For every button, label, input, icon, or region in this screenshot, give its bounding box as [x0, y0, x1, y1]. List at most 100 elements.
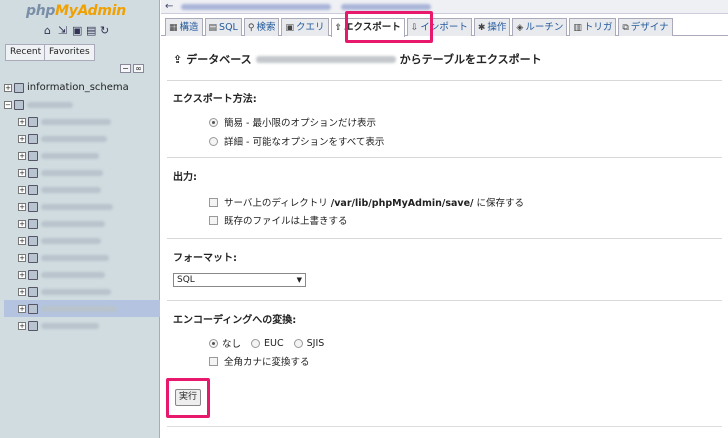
tree-item-table[interactable]: + — [4, 232, 160, 249]
encoding-sjis-label: SJIS — [306, 337, 325, 349]
expand-icon[interactable]: + — [18, 287, 26, 296]
title-prefix: データベース — [186, 53, 252, 66]
encoding-euc-label: EUC — [264, 337, 284, 349]
format-selected-value: SQL — [177, 275, 195, 285]
expand-icon[interactable]: + — [18, 321, 26, 330]
zenkaku-checkbox[interactable] — [209, 356, 218, 366]
back-arrow-icon[interactable]: ← — [165, 1, 173, 12]
expand-icon[interactable]: + — [18, 236, 26, 245]
collapse-icon[interactable]: − — [4, 100, 12, 109]
expand-icon[interactable]: + — [18, 202, 26, 211]
overwrite-checkbox[interactable] — [209, 215, 218, 225]
tree-item-table[interactable]: + — [4, 113, 160, 130]
tree-item-table[interactable]: + — [4, 266, 160, 283]
save-on-server-option[interactable]: サーバ上のディレクトリ /var/lib/phpMyAdmin/save/ に保… — [209, 195, 524, 209]
tree-item-table[interactable]: + — [4, 317, 160, 334]
tree-item-table[interactable]: + — [4, 130, 160, 147]
save-on-server-checkbox[interactable] — [209, 197, 218, 207]
tab-designer[interactable]: ⧉ デザイナ — [618, 18, 673, 36]
radio-quick[interactable] — [209, 117, 218, 127]
tree-item-table[interactable]: + — [4, 181, 160, 198]
format-heading: フォーマット: — [173, 253, 237, 264]
recent-tab[interactable]: Recent — [5, 44, 47, 61]
divider — [167, 157, 722, 158]
overwrite-option[interactable]: 既存のファイルは上書きする — [209, 213, 348, 227]
tab-triggers[interactable]: ▥ トリガ — [569, 18, 617, 36]
expand-icon[interactable]: + — [18, 253, 26, 262]
tab-label: クエリ — [295, 21, 325, 33]
overwrite-label: 既存のファイルは上書きする — [224, 216, 348, 227]
redacted-text — [41, 322, 99, 329]
tree-item-label: information_schema — [27, 82, 129, 93]
tree-item-database[interactable]: − — [4, 96, 160, 113]
tab-query[interactable]: ▣ クエリ — [281, 18, 329, 36]
radio-encoding-none[interactable] — [209, 338, 218, 348]
collapse-all-icon[interactable]: − — [120, 64, 131, 73]
tree-item-table-selected[interactable]: + — [4, 300, 160, 317]
tree-item-table[interactable]: + — [4, 198, 160, 215]
expand-icon[interactable]: + — [18, 134, 26, 143]
table-icon — [28, 116, 38, 127]
expand-icon[interactable]: + — [18, 151, 26, 160]
database-icon — [14, 82, 24, 93]
exit-icon[interactable]: ⇲ — [58, 25, 69, 36]
radio-custom[interactable] — [209, 136, 218, 146]
zenkaku-option[interactable]: 全角カナに変換する — [209, 354, 310, 368]
home-icon[interactable]: ⌂ — [44, 25, 55, 36]
tab-operations[interactable]: ✱ 操作 — [473, 18, 511, 36]
tab-routines[interactable]: ◈ ルーチン — [512, 18, 568, 36]
tab-structure[interactable]: ▦ 構造 — [165, 18, 203, 36]
table-icon — [28, 218, 38, 229]
search-icon: ⚲ — [247, 22, 255, 33]
redacted-text — [41, 220, 105, 227]
export-quick-option[interactable]: 簡易 - 最小限のオプションだけ表示 — [209, 115, 376, 129]
favorites-tab[interactable]: Favorites — [44, 44, 95, 61]
reload-icon[interactable]: ↻ — [100, 25, 111, 36]
table-icon — [28, 252, 38, 263]
tree-item-table[interactable]: + — [4, 249, 160, 266]
table-icon — [28, 150, 38, 161]
tree-item-table[interactable]: + — [4, 164, 160, 181]
logo-myadmin-text: MyAdmin — [55, 3, 126, 19]
expand-icon[interactable]: + — [18, 117, 26, 126]
tree-item-table[interactable]: + — [4, 215, 160, 232]
expand-icon[interactable]: + — [4, 83, 12, 92]
expand-icon[interactable]: + — [18, 304, 26, 313]
radio-encoding-sjis[interactable] — [293, 338, 303, 348]
radio-encoding-euc[interactable] — [251, 338, 261, 348]
redacted-text — [41, 288, 111, 295]
tree-item-table[interactable]: + — [4, 147, 160, 164]
expand-icon[interactable]: + — [18, 185, 26, 194]
tree-item-table[interactable]: + — [4, 283, 160, 300]
designer-icon: ⧉ — [622, 22, 629, 33]
redacted-breadcrumb[interactable] — [181, 4, 331, 10]
format-select[interactable]: SQL ▼ — [173, 273, 306, 287]
table-icon — [28, 133, 38, 144]
export-icon: ⇪ — [334, 23, 343, 33]
chevron-down-icon: ▼ — [296, 276, 302, 284]
expand-icon[interactable]: + — [18, 168, 26, 177]
tab-bar: ▦ 構造 ▤ SQL ⚲ 検索 ▣ クエリ ⇪ エクスポート ⇩ インポート ✱ 操作 ◈ ルー… — [161, 16, 728, 37]
redacted-text — [41, 203, 113, 210]
divider — [167, 238, 722, 239]
redacted-breadcrumb[interactable] — [341, 4, 431, 10]
table-icon — [28, 269, 38, 280]
docs-icon[interactable]: ▣ — [72, 25, 83, 36]
phpmyadmin-logo[interactable]: phpMyAdmin — [26, 3, 126, 19]
tab-sql[interactable]: ▤ SQL — [204, 18, 242, 36]
tab-label: 検索 — [256, 21, 276, 33]
main-panel: ← ▦ 構造 ▤ SQL ⚲ 検索 ▣ クエリ ⇪ エクスポート ⇩ インポート ✱ 操作 ◈… — [161, 0, 728, 438]
export-custom-option[interactable]: 詳細 - 可能なオプションをすべて表示 — [209, 134, 384, 148]
tree-item-information-schema[interactable]: + information_schema — [4, 79, 160, 96]
sql-icon: ▤ — [208, 22, 218, 33]
save-path-text: /var/lib/phpMyAdmin/save/ — [330, 198, 474, 209]
link-with-main-icon[interactable]: ∞ — [133, 64, 144, 73]
table-icon — [28, 320, 38, 331]
wiki-icon[interactable]: ▤ — [86, 25, 97, 36]
table-icon — [28, 201, 38, 212]
encoding-none-label: なし — [222, 339, 242, 350]
export-method-heading: エクスポート方法: — [173, 94, 257, 105]
expand-icon[interactable]: + — [18, 270, 26, 279]
expand-icon[interactable]: + — [18, 219, 26, 228]
tab-search[interactable]: ⚲ 検索 — [243, 18, 280, 36]
